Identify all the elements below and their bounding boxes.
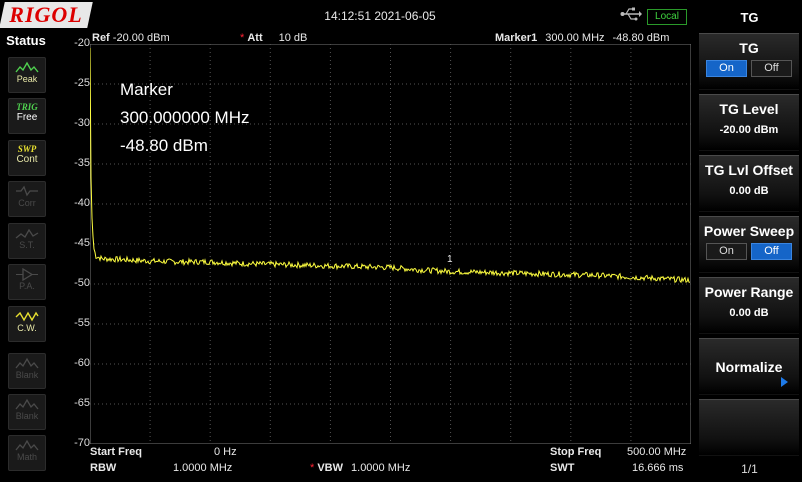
marker-header-freq: 300.00 MHz: [545, 32, 605, 44]
rbw-value: 1.0000 MHz: [173, 462, 233, 474]
vbw-modified-mark: *: [310, 462, 315, 474]
source-tracking-button[interactable]: S.T.: [8, 223, 46, 259]
y-tick-label: -40: [74, 197, 90, 209]
power-range-title: Power Range: [704, 284, 794, 300]
submenu-arrow-icon: [781, 377, 788, 387]
tg-level-value: -20.00 dBm: [719, 124, 779, 136]
tg-lvl-offset-title: TG Lvl Offset: [705, 162, 793, 178]
y-tick-label: -55: [74, 317, 90, 329]
tg-lvl-offset-value: 0.00 dB: [729, 185, 769, 197]
tg-on-option[interactable]: On: [706, 60, 747, 77]
tg-key[interactable]: TG On Off: [699, 33, 799, 90]
correction-label: Corr: [18, 198, 36, 208]
blank-icon-1: [15, 357, 39, 369]
math-button[interactable]: Math: [8, 435, 46, 471]
trig-mode-label: Free: [16, 112, 38, 123]
usb-icon: [620, 7, 642, 21]
power-sweep-title: Power Sweep: [703, 223, 795, 239]
marker-readout-amp: -48.80 dBm: [120, 136, 208, 155]
stop-freq-value: 500.00 MHz: [627, 446, 687, 458]
power-sweep-toggle[interactable]: On Off: [699, 243, 799, 260]
att-modified-mark: *: [240, 32, 245, 44]
y-tick-label: -70: [74, 437, 90, 449]
y-tick-label: -50: [74, 277, 90, 289]
y-tick-label: -45: [74, 237, 90, 249]
blank-button-2[interactable]: Blank: [8, 394, 46, 430]
marker-header-amp: -48.80 dBm: [612, 32, 670, 44]
att-value: 10 dB: [278, 32, 308, 44]
peak-icon: [15, 61, 39, 73]
blank-button-1[interactable]: Blank: [8, 353, 46, 389]
ref-label: Ref: [92, 32, 110, 44]
tracking-label: S.T.: [19, 240, 35, 250]
ref-value: -20.00 dBm: [112, 32, 170, 44]
tg-off-option[interactable]: Off: [751, 60, 792, 77]
sweep-label: SWP: [17, 144, 37, 154]
tg-lvl-offset-key[interactable]: TG Lvl Offset 0.00 dB: [699, 155, 799, 212]
cw-button[interactable]: C.W.: [8, 306, 46, 342]
peak-button[interactable]: Peak: [8, 57, 46, 93]
tg-toggle[interactable]: On Off: [699, 60, 799, 77]
blank-icon-2: [15, 398, 39, 410]
vbw: * VBW 1.0000 MHz: [310, 462, 410, 474]
local-badge[interactable]: Local: [647, 9, 687, 25]
swt-value: 16.666 ms: [632, 462, 684, 474]
trig-free-button[interactable]: TRIG Free: [8, 98, 46, 134]
menu-title: TG: [740, 10, 759, 25]
brand-text: RIGOL: [9, 2, 83, 27]
y-tick-label: -25: [74, 77, 90, 89]
marker-1-label: 1: [447, 254, 453, 265]
peak-label: Peak: [16, 74, 38, 84]
empty-key[interactable]: [699, 399, 799, 456]
power-sweep-key[interactable]: Power Sweep On Off: [699, 216, 799, 273]
marker-readout: Marker 300.000000 MHz -48.80 dBm: [120, 76, 249, 160]
preamp-button[interactable]: P.A.: [8, 264, 46, 300]
ref-level: Ref -20.00 dBm: [92, 32, 170, 44]
marker-readout-title: Marker: [120, 80, 173, 99]
marker-header: Marker1 300.00 MHz -48.80 dBm: [495, 32, 669, 44]
sweep-mode-label: Cont: [16, 154, 38, 165]
start-freq-value: 0 Hz: [214, 446, 237, 458]
power-range-value: 0.00 dB: [729, 307, 769, 319]
math-icon: [15, 439, 39, 451]
y-tick-label: -60: [74, 357, 90, 369]
preamp-icon: [16, 268, 38, 281]
blank-label-1: Blank: [15, 370, 39, 380]
trig-label: TRIG: [16, 102, 38, 112]
marker-readout-freq: 300.000000 MHz: [120, 108, 250, 127]
y-tick-label: -30: [74, 117, 90, 129]
rigol-logo: RIGOL: [0, 2, 93, 28]
correction-button[interactable]: Corr: [8, 181, 46, 217]
power-sweep-on-option[interactable]: On: [706, 243, 747, 260]
swt-label: SWT: [550, 462, 575, 474]
y-tick-label: -35: [74, 157, 90, 169]
tg-key-title: TG: [739, 40, 759, 56]
math-label: Math: [16, 452, 37, 462]
att-label: Att: [247, 32, 263, 44]
stop-freq-label: Stop Freq: [550, 446, 602, 458]
status-title: Status: [6, 33, 46, 48]
power-sweep-off-option[interactable]: Off: [751, 243, 792, 260]
tg-level-key[interactable]: TG Level -20.00 dBm: [699, 94, 799, 151]
blank-label-2: Blank: [15, 411, 39, 421]
correction-icon: [16, 185, 38, 197]
page-indicator: 1/1: [741, 462, 758, 476]
cw-label: C.W.: [17, 323, 37, 333]
tracking-icon: [15, 228, 39, 239]
rbw-label: RBW: [90, 462, 117, 474]
cw-icon: [15, 311, 39, 322]
y-tick-label: -20: [74, 37, 90, 49]
marker-header-label: Marker1: [495, 32, 538, 44]
datetime: 14:12:51 2021-06-05: [324, 9, 436, 23]
vbw-label: VBW: [317, 462, 344, 474]
vbw-value: 1.0000 MHz: [351, 462, 411, 474]
y-tick-label: -65: [74, 397, 90, 409]
attenuation: * Att 10 dB: [240, 32, 307, 44]
start-freq-label: Start Freq: [90, 446, 142, 458]
normalize-title: Normalize: [715, 359, 783, 375]
sweep-cont-button[interactable]: SWP Cont: [8, 140, 46, 176]
power-range-key[interactable]: Power Range 0.00 dB: [699, 277, 799, 334]
tg-level-title: TG Level: [719, 101, 779, 117]
preamp-label: P.A.: [19, 281, 35, 291]
